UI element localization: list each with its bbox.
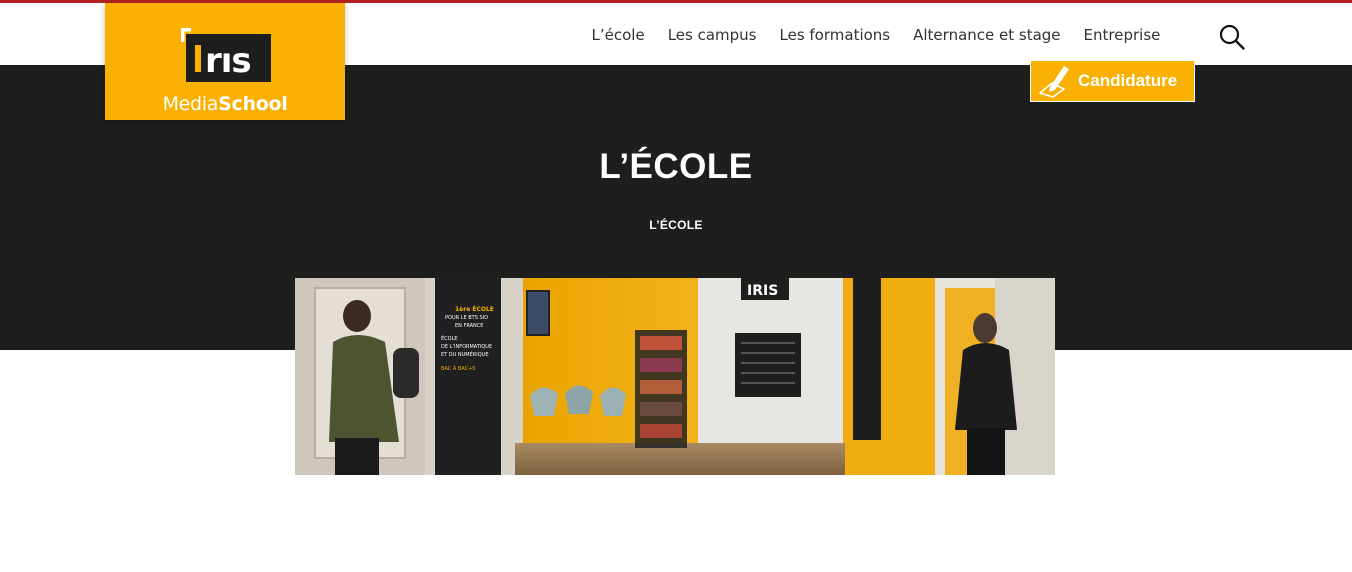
nav-item-alternance[interactable]: Alternance et stage	[902, 25, 1072, 45]
svg-text:BAC À BAC+5: BAC À BAC+5	[441, 365, 475, 372]
svg-text:EN FRANCE: EN FRANCE	[455, 323, 483, 329]
svg-text:ET DU NUMÉRIQUE: ET DU NUMÉRIQUE	[441, 350, 488, 358]
svg-text:ÉCOLE: ÉCOLE	[441, 334, 458, 342]
svg-text:DE L’INFORMATIQUE: DE L’INFORMATIQUE	[441, 344, 492, 350]
candidature-label: Candidature	[1078, 71, 1178, 90]
candidature-button[interactable]: Candidature	[1030, 60, 1195, 102]
svg-text:rıs: rıs	[205, 41, 251, 81]
page-title: L’ÉCOLE	[599, 147, 753, 186]
main-nav: L’école Les campus Les formations Altern…	[580, 25, 1172, 45]
site-logo[interactable]: rıs MediaSchool	[105, 3, 345, 120]
pen-signature-icon	[1039, 66, 1069, 98]
iris-logo-mark: rıs	[181, 28, 271, 82]
svg-text:POUR LE BTS SIO: POUR LE BTS SIO	[445, 315, 488, 321]
hallway-illustration: 1ère ÉCOLE POUR LE BTS SIO EN FRANCE ÉCO…	[295, 278, 1055, 475]
nav-item-entreprise[interactable]: Entreprise	[1072, 25, 1172, 45]
nav-item-lecole[interactable]: L’école	[580, 25, 656, 45]
nav-item-formations[interactable]: Les formations	[768, 25, 902, 45]
logo-wordmark: MediaSchool	[162, 93, 288, 115]
nav-item-campus[interactable]: Les campus	[656, 25, 768, 45]
search-icon	[1219, 24, 1245, 50]
breadcrumb: L’ÉCOLE	[649, 218, 703, 232]
svg-text:1ère ÉCOLE: 1ère ÉCOLE	[455, 305, 494, 313]
school-hallway-photo: 1ère ÉCOLE POUR LE BTS SIO EN FRANCE ÉCO…	[295, 278, 1055, 475]
search-button[interactable]	[1218, 23, 1246, 51]
svg-text:IRIS: IRIS	[747, 283, 778, 299]
